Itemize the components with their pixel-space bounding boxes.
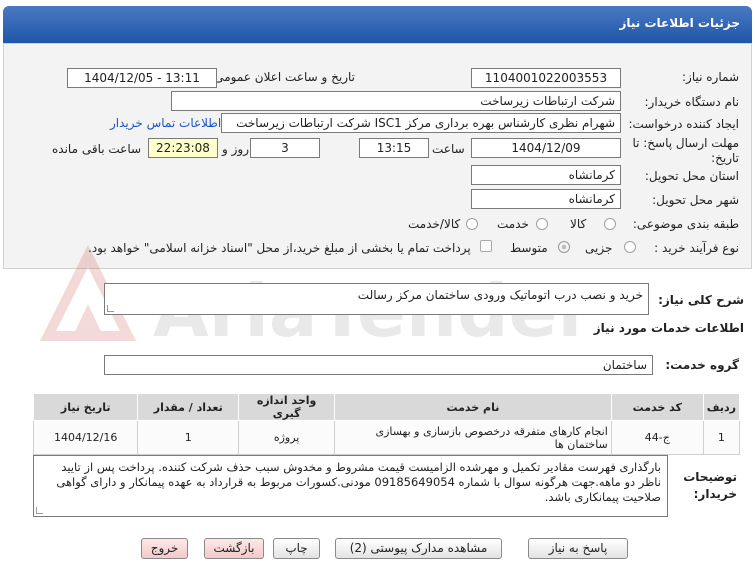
remaining-time-label: ساعت باقی مانده (52, 142, 142, 156)
treasury-payment-note: پرداخت تمام یا بخشی از مبلغ خرید،از محل … (88, 241, 471, 255)
services-table: ردیف کد خدمت نام خدمت واحد اندازه گیری ت… (32, 393, 741, 455)
province-label: استان محل تحویل: (644, 169, 739, 183)
announce-date-label: تاریخ و ساعت اعلان عمومی: (210, 70, 355, 84)
city-label: شهر محل تحویل: (652, 193, 739, 207)
page-header: جزئیات اطلاعات نیاز (3, 6, 752, 43)
resize-grip-icon[interactable] (107, 305, 114, 312)
col-code-header: کد خدمت (610, 393, 704, 421)
back-button[interactable]: بازگشت (204, 538, 264, 559)
buyer-contact-link[interactable]: اطلاعات تماس خریدار (110, 116, 221, 130)
col-name-header: نام خدمت (334, 393, 612, 421)
deadline-date-label: تاریخ: (711, 151, 739, 165)
category-label: طبقه بندی موضوعی: (632, 217, 739, 231)
cell-unit: پروژه (238, 420, 336, 455)
process-type-label: نوع فرآیند خرید : (654, 241, 739, 255)
process-medium-label: متوسط (510, 241, 548, 255)
col-row-header: ردیف (702, 393, 741, 421)
province-field: کرمانشاه (471, 165, 621, 185)
category-goods-service-radio[interactable] (466, 218, 478, 230)
col-qty-header: تعداد / مقدار (137, 393, 240, 421)
view-attachments-button[interactable]: مشاهده مدارک پیوستی (2) (335, 538, 502, 559)
page-title: جزئیات اطلاعات نیاز (619, 16, 740, 30)
buyer-notes-text: بارگذاری فهرست مقادیر تکمیل و مهرشده الز… (56, 460, 661, 504)
buyer-notes-field: بارگذاری فهرست مقادیر تکمیل و مهرشده الز… (33, 455, 668, 517)
creator-label: ایجاد کننده درخواست: (628, 117, 739, 131)
col-unit-header: واحد اندازه گیری (238, 393, 336, 421)
summary-text: خرید و نصب درب اتوماتیک ورودی ساختمان مر… (357, 288, 643, 302)
days-remaining-field: 3 (250, 138, 320, 158)
category-service-label: خدمت (497, 217, 529, 231)
need-number-label: شماره نیاز: (682, 70, 739, 84)
deadline-time-label: ساعت (432, 142, 465, 156)
cell-name: انجام کارهای متفرقه درخصوص بازسازی و بهس… (334, 420, 612, 455)
process-minor-label: جزیی (585, 241, 613, 255)
buyer-notes-label-2: خریدار: (693, 487, 737, 501)
reply-button[interactable]: پاسخ به نیاز (528, 538, 628, 559)
buyer-org-label: نام دستگاه خریدار: (644, 95, 740, 109)
resize-grip-icon[interactable] (36, 507, 43, 514)
creator-field: شهرام نظری کارشناس بهره برداری مرکز ISC1… (221, 113, 621, 133)
cell-row: 1 (702, 420, 741, 455)
announce-date-field: 1404/12/05 - 13:11 (67, 68, 217, 88)
summary-field: خرید و نصب درب اتوماتیک ورودی ساختمان مر… (104, 283, 649, 315)
category-goods-service-label: کالا/خدمت (408, 217, 461, 231)
cell-qty: 1 (137, 420, 240, 455)
deadline-time-field: 13:15 (359, 138, 429, 158)
service-group-label: گروه خدمت: (665, 358, 739, 372)
category-goods-radio[interactable] (604, 218, 616, 230)
buyer-org-field: شرکت ارتباطات زیرساخت (171, 91, 621, 111)
watermark-logo-inner-icon (73, 304, 103, 336)
cell-date: 1404/12/16 (32, 420, 139, 455)
city-field: کرمانشاه (471, 189, 621, 209)
buyer-notes-label: توضیحات (683, 470, 737, 484)
service-group-field: ساختمان (104, 355, 653, 375)
treasury-payment-checkbox[interactable] (480, 240, 492, 252)
process-medium-radio[interactable] (558, 241, 570, 253)
table-header-row: ردیف کد خدمت نام خدمت واحد اندازه گیری ت… (32, 393, 741, 421)
days-label: روز و (222, 142, 249, 156)
category-service-radio[interactable] (536, 218, 548, 230)
deadline-label: مهلت ارسال پاسخ: تا (632, 136, 739, 150)
table-row: 1 ج-44 انجام کارهای متفرقه درخصوص بازساز… (32, 420, 741, 455)
deadline-date-field: 1404/12/09 (471, 138, 621, 158)
print-button[interactable]: چاپ (273, 538, 320, 559)
remaining-time-field: 22:23:08 (148, 138, 218, 158)
col-date-header: تاریخ نیاز (32, 393, 139, 421)
exit-button[interactable]: خروج (141, 538, 188, 559)
process-minor-radio[interactable] (624, 241, 636, 253)
summary-label: شرح کلی نیاز: (658, 293, 744, 307)
category-goods-label: کالا (570, 217, 587, 231)
services-section-title: اطلاعات خدمات مورد نیاز (593, 321, 744, 335)
cell-code: ج-44 (610, 420, 704, 455)
need-number-field: 1104001022003553 (471, 68, 621, 88)
